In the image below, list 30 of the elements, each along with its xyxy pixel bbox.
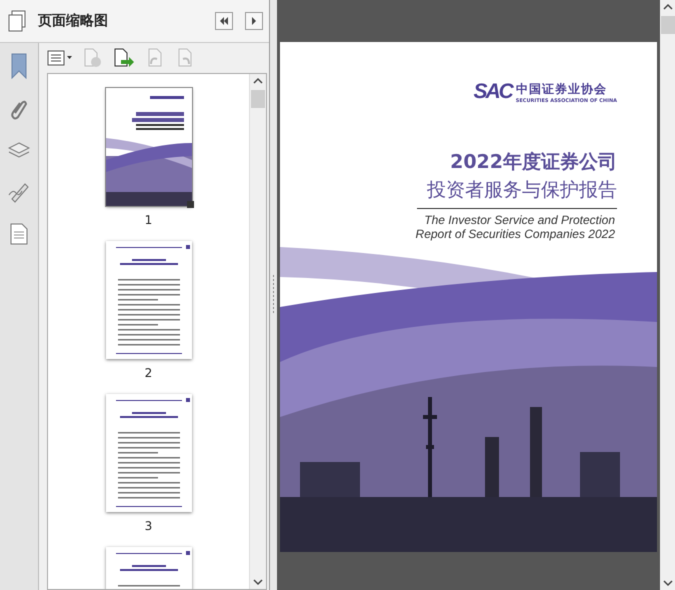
page-number: 2 (144, 366, 152, 380)
paperclip-icon[interactable] (10, 99, 28, 121)
page-number: 3 (144, 519, 152, 533)
report-subtitle: The Investor Service and Protection (424, 213, 615, 227)
thumbnail-options-icon[interactable] (47, 50, 73, 66)
splitter-grip-icon[interactable] (272, 275, 275, 315)
logo-name: 中国证券业协会 (516, 80, 608, 98)
collapse-panel-button[interactable] (215, 12, 233, 30)
panel-title: 页面缩略图 (38, 12, 109, 30)
page-thumbnail[interactable] (106, 394, 192, 512)
report-subtitle: Report of Securities Companies 2022 (416, 227, 615, 241)
report-title: 2022年度证券公司 (450, 150, 617, 175)
report-title: 投资者服务与保护报告 (427, 178, 617, 203)
signature-pen-icon[interactable] (8, 181, 30, 203)
insert-page-icon[interactable] (113, 48, 135, 68)
logo-mark: SAC (473, 80, 512, 104)
scrollbar[interactable] (249, 74, 266, 589)
right-arrow-icon (251, 17, 257, 25)
page-thumbnail[interactable] (106, 241, 192, 359)
document-icon[interactable] (10, 223, 28, 245)
options-button[interactable] (245, 12, 263, 30)
selection-marker (186, 201, 194, 208)
pages-icon[interactable] (8, 10, 26, 32)
bookmark-icon[interactable] (11, 53, 27, 79)
page-number: 1 (144, 213, 152, 227)
scroll-thumb[interactable] (251, 90, 265, 108)
page-thumbnail[interactable] (106, 88, 192, 206)
double-left-arrow-icon (219, 17, 229, 25)
scroll-thumb[interactable] (660, 16, 674, 34)
scrollbar[interactable] (660, 0, 675, 590)
